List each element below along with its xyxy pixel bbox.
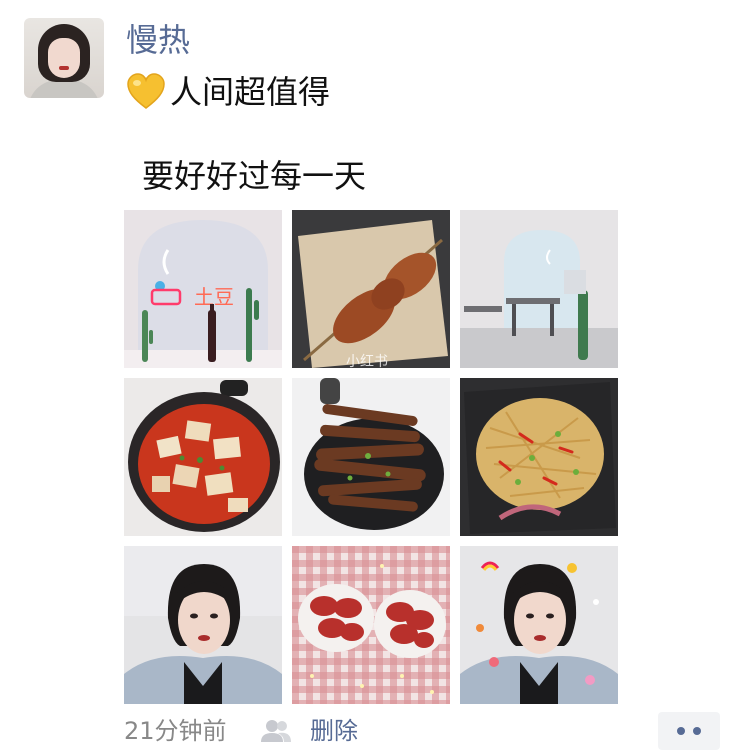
delete-link[interactable]: 删除 xyxy=(310,714,358,748)
photo-8[interactable] xyxy=(292,546,450,704)
friends-icon xyxy=(261,720,291,742)
photo-6[interactable] xyxy=(460,378,618,536)
post-text: 人间超值得 xyxy=(170,73,331,111)
post-timestamp: 21分钟前 xyxy=(124,717,227,745)
photo-5[interactable] xyxy=(292,378,450,536)
post-text-line-2: 要好好过每一天 xyxy=(142,157,367,195)
more-button[interactable] xyxy=(658,712,720,750)
more-dots-icon xyxy=(677,727,685,735)
photo-1[interactable]: 土豆 xyxy=(124,210,282,368)
avatar[interactable] xyxy=(24,18,104,98)
photo-grid: 土豆 小红书 xyxy=(124,210,618,704)
watermark-text: 小红书 xyxy=(346,354,388,368)
nickname[interactable]: 慢热 xyxy=(126,20,190,60)
photo-7[interactable] xyxy=(124,546,282,704)
photo-2[interactable]: 小红书 xyxy=(292,210,450,368)
photo-4[interactable] xyxy=(124,378,282,536)
post-text-line-1: 人间超值得 xyxy=(126,70,330,114)
photo-3[interactable] xyxy=(460,210,618,368)
yellow-heart-icon xyxy=(127,73,165,109)
photo-9[interactable] xyxy=(460,546,618,704)
